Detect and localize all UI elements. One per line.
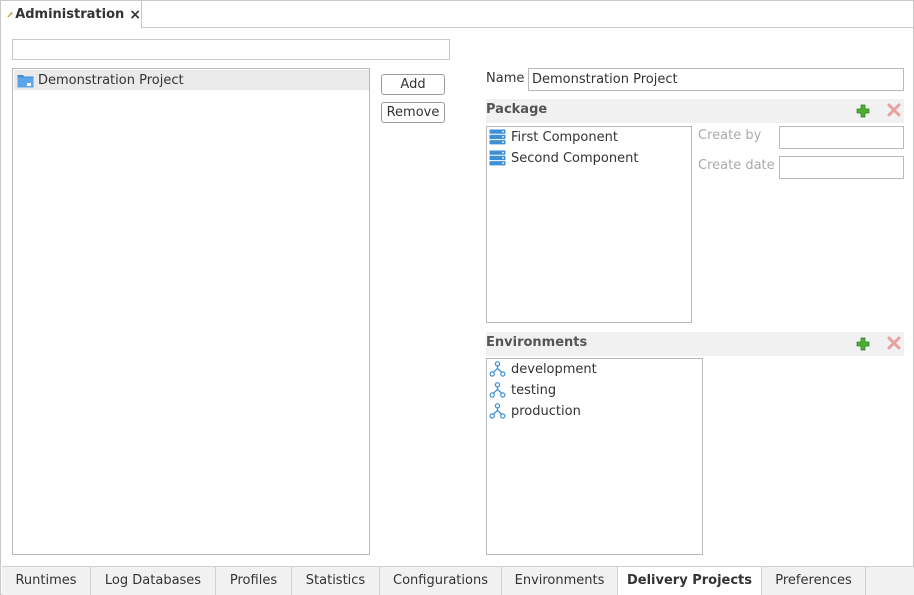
bottom-tab-bar: Runtimes Log Databases Profiles Statisti… <box>2 566 914 595</box>
close-icon[interactable]: × <box>129 7 141 23</box>
project-search-input[interactable] <box>12 39 450 60</box>
tab-configurations[interactable]: Configurations <box>380 567 502 595</box>
name-input[interactable] <box>528 68 904 91</box>
tab-runtimes[interactable]: Runtimes <box>2 567 91 595</box>
remove-button[interactable]: Remove <box>381 102 445 123</box>
network-icon <box>489 361 506 377</box>
tab-title: Administration <box>15 7 125 22</box>
tab-preferences[interactable]: Preferences <box>762 567 866 595</box>
network-icon <box>489 382 506 398</box>
environment-item-label: production <box>511 403 581 419</box>
package-item-label: Second Component <box>511 150 639 166</box>
environment-item[interactable]: development <box>489 359 597 379</box>
environments-title: Environments <box>486 335 588 350</box>
tab-profiles[interactable]: Profiles <box>216 567 292 595</box>
top-tab-bar: Administration × <box>1 1 913 28</box>
environment-item-label: development <box>511 361 597 377</box>
network-icon <box>489 403 506 419</box>
package-list: First Component Second Component <box>486 126 692 323</box>
package-item-label: First Component <box>511 129 618 145</box>
environments-section-header: Environments <box>486 332 904 356</box>
project-list: Demonstration Project <box>12 68 370 555</box>
project-item[interactable]: Demonstration Project <box>14 70 369 90</box>
server-icon <box>489 129 506 145</box>
delete-environment-icon[interactable] <box>887 336 901 350</box>
tab-log-databases[interactable]: Log Databases <box>91 567 216 595</box>
project-item-label: Demonstration Project <box>38 72 184 88</box>
environment-item[interactable]: testing <box>489 380 556 400</box>
create-by-input[interactable] <box>779 126 904 149</box>
environments-list: development testing production <box>486 358 703 555</box>
administration-window: Administration × Demonstration Project A… <box>0 0 914 595</box>
add-button[interactable]: Add <box>381 74 445 95</box>
server-icon <box>489 150 506 166</box>
tab-environments[interactable]: Environments <box>502 567 618 595</box>
environment-item-label: testing <box>511 382 557 398</box>
add-environment-icon[interactable] <box>856 337 870 351</box>
package-title: Package <box>486 102 548 117</box>
add-package-icon[interactable] <box>856 104 870 118</box>
create-date-input[interactable] <box>779 156 904 179</box>
create-date-label: Create date <box>698 158 775 173</box>
delete-package-icon[interactable] <box>887 103 901 117</box>
package-item[interactable]: Second Component <box>489 148 638 168</box>
administration-tab[interactable]: Administration × <box>1 1 142 28</box>
name-label: Name <box>486 71 525 86</box>
tab-delivery-projects[interactable]: Delivery Projects <box>618 567 762 595</box>
wrench-icon <box>7 11 14 18</box>
create-by-label: Create by <box>698 128 762 143</box>
tab-statistics[interactable]: Statistics <box>292 567 380 595</box>
folder-icon <box>17 74 34 87</box>
package-item[interactable]: First Component <box>489 127 618 147</box>
package-section-header: Package <box>486 99 904 123</box>
environment-item[interactable]: production <box>489 401 581 421</box>
